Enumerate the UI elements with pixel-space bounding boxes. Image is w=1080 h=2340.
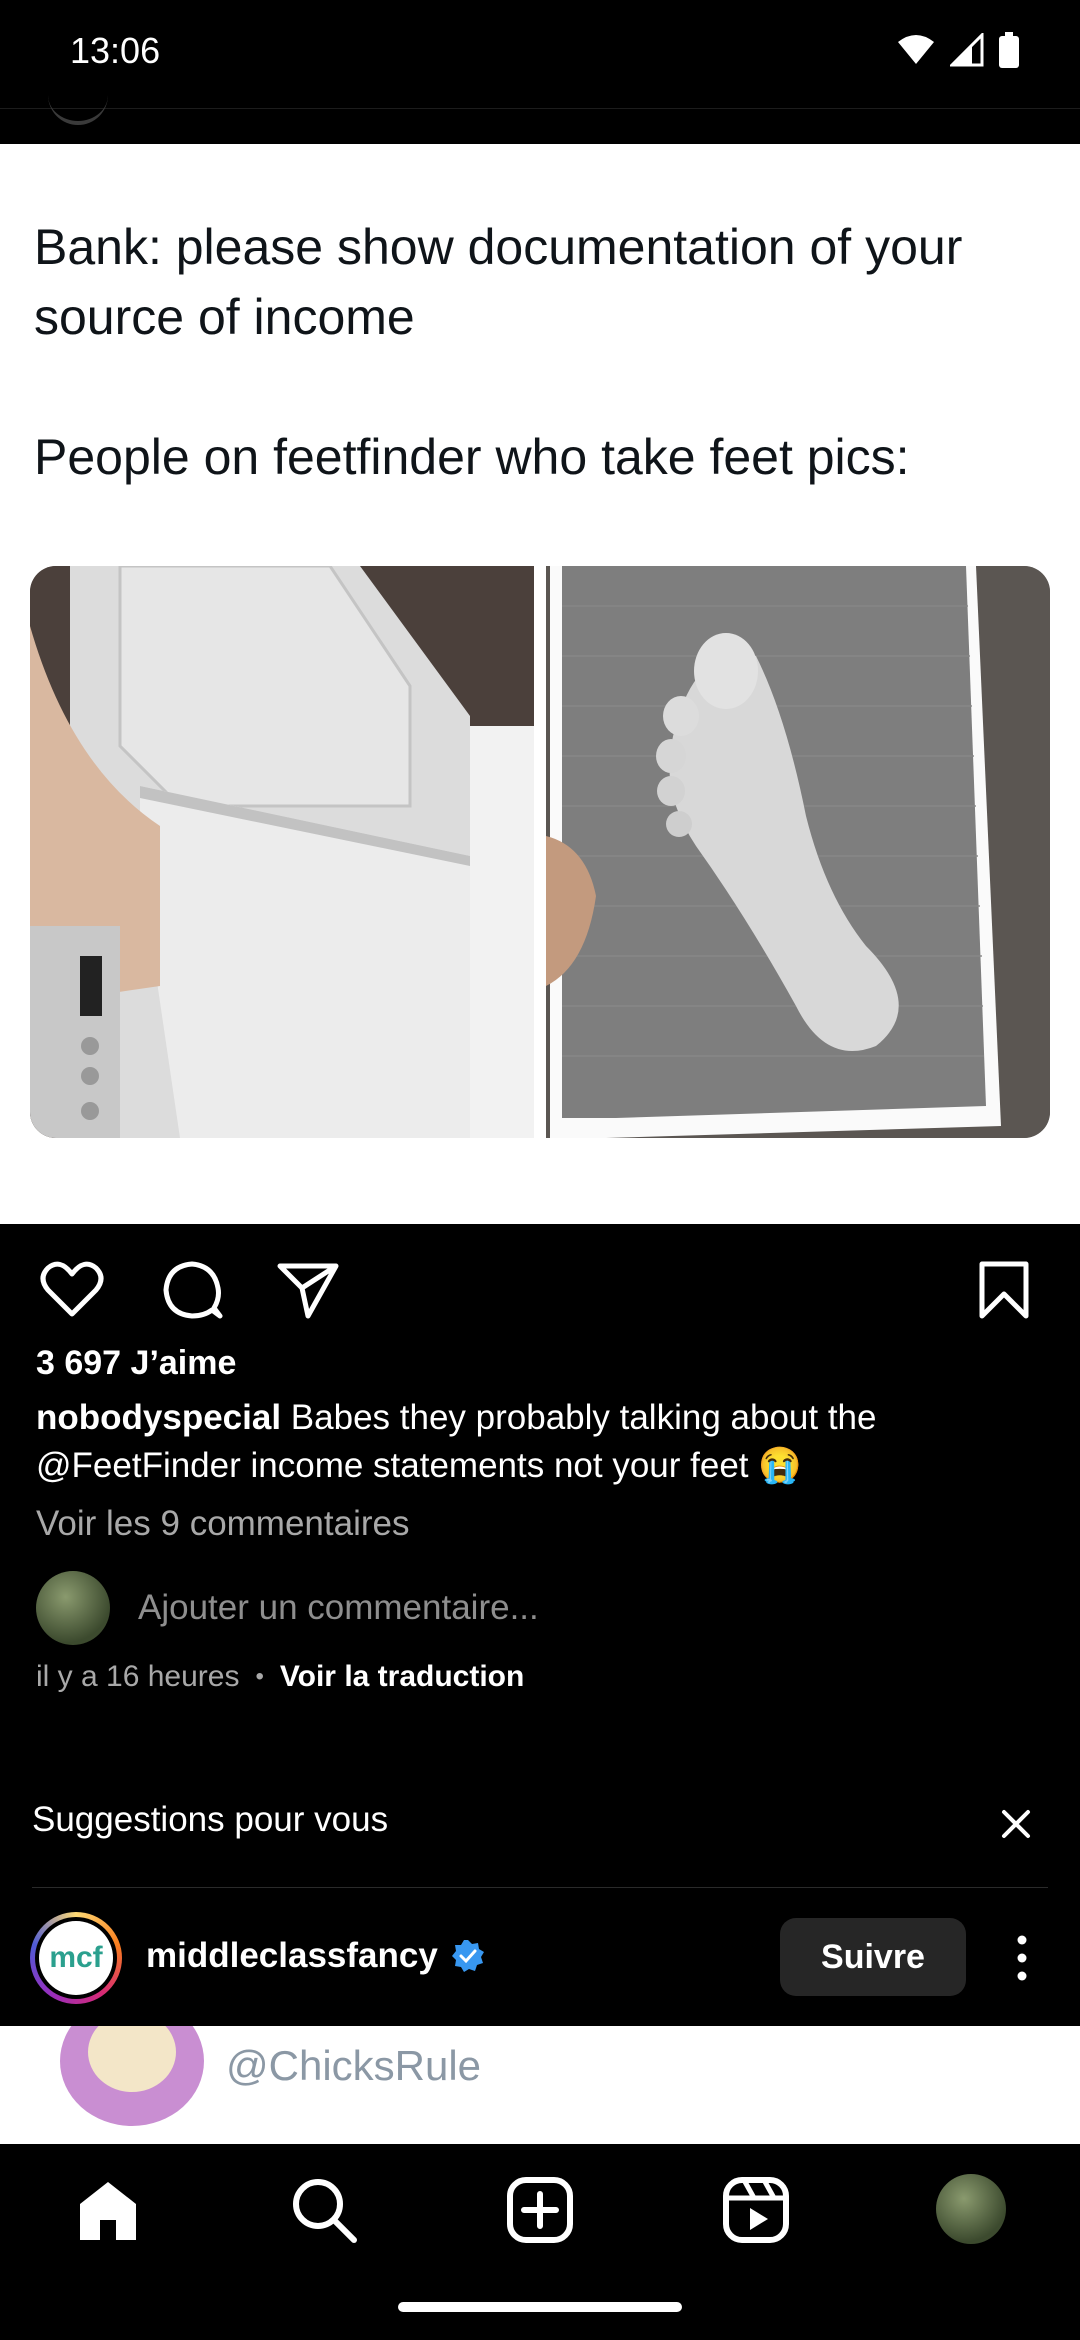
avatar	[48, 81, 108, 125]
account-logo: mcf	[39, 1921, 113, 1995]
reels-icon[interactable]	[720, 2174, 792, 2246]
heart-icon[interactable]	[40, 1258, 104, 1322]
tweet-text: Bank: please show documentation of your …	[34, 219, 963, 485]
photo-printer	[30, 566, 534, 1138]
create-icon[interactable]	[504, 2174, 576, 2246]
next-post-handle: @ChicksRule	[226, 2042, 482, 2089]
avatar[interactable]: mcf	[30, 1912, 122, 2004]
post-image[interactable]: Bank: please show documentation of your …	[0, 144, 1080, 1224]
post-actions	[0, 1224, 1080, 1344]
avatar	[60, 2026, 204, 2126]
post-timestamp: il y a 16 heures	[36, 1660, 240, 1693]
more-vertical-icon[interactable]	[1010, 1934, 1034, 1982]
photo-foot-scan	[546, 566, 1050, 1138]
home-icon[interactable]	[72, 2174, 144, 2246]
wifi-icon	[898, 35, 934, 64]
battery-icon	[999, 32, 1019, 68]
send-icon[interactable]	[276, 1258, 340, 1322]
see-translation-link[interactable]: Voir la traduction	[280, 1660, 524, 1694]
bookmark-icon[interactable]	[972, 1258, 1036, 1322]
follow-button[interactable]: Suivre	[780, 1918, 966, 1996]
signal-icon	[950, 33, 984, 67]
status-bar: 13:06	[0, 0, 1080, 108]
caption-username[interactable]: nobodyspecial	[36, 1398, 281, 1437]
search-icon[interactable]	[288, 2174, 360, 2246]
status-time: 13:06	[70, 30, 161, 71]
meta-separator: •	[255, 1663, 264, 1690]
post-meta: il y a 16 heures • Voir la traduction	[36, 1660, 524, 1694]
avatar	[36, 1571, 110, 1645]
add-comment-row[interactable]: Ajouter un commentaire...	[36, 1570, 1036, 1646]
caption: nobodyspecial Babes they probably talkin…	[36, 1394, 1046, 1490]
add-comment-input[interactable]: Ajouter un commentaire...	[138, 1588, 539, 1628]
home-indicator[interactable]	[398, 2302, 682, 2312]
verified-badge-icon	[451, 1940, 484, 1972]
divider	[32, 1887, 1048, 1888]
suggested-username-text: middleclassfancy	[146, 1936, 438, 1975]
previous-post-header	[0, 108, 1080, 145]
suggestions-title: Suggestions pour vous	[32, 1800, 389, 1839]
suggested-account: mcf middleclassfancy Suivre	[0, 1912, 1080, 2022]
foot-scan-illustration	[546, 566, 1050, 1138]
close-icon[interactable]	[996, 1804, 1036, 1844]
like-count[interactable]: 3 697 J’aime	[36, 1344, 236, 1383]
comment-icon[interactable]	[160, 1258, 224, 1322]
status-icons	[896, 32, 1020, 68]
view-comments-link[interactable]: Voir les 9 commentaires	[36, 1504, 409, 1544]
suggested-username[interactable]: middleclassfancy	[146, 1936, 486, 1976]
printer-illustration	[30, 566, 534, 1138]
profile-avatar[interactable]	[936, 2174, 1006, 2244]
next-post-preview[interactable]: @ChicksRule	[0, 2026, 1080, 2144]
